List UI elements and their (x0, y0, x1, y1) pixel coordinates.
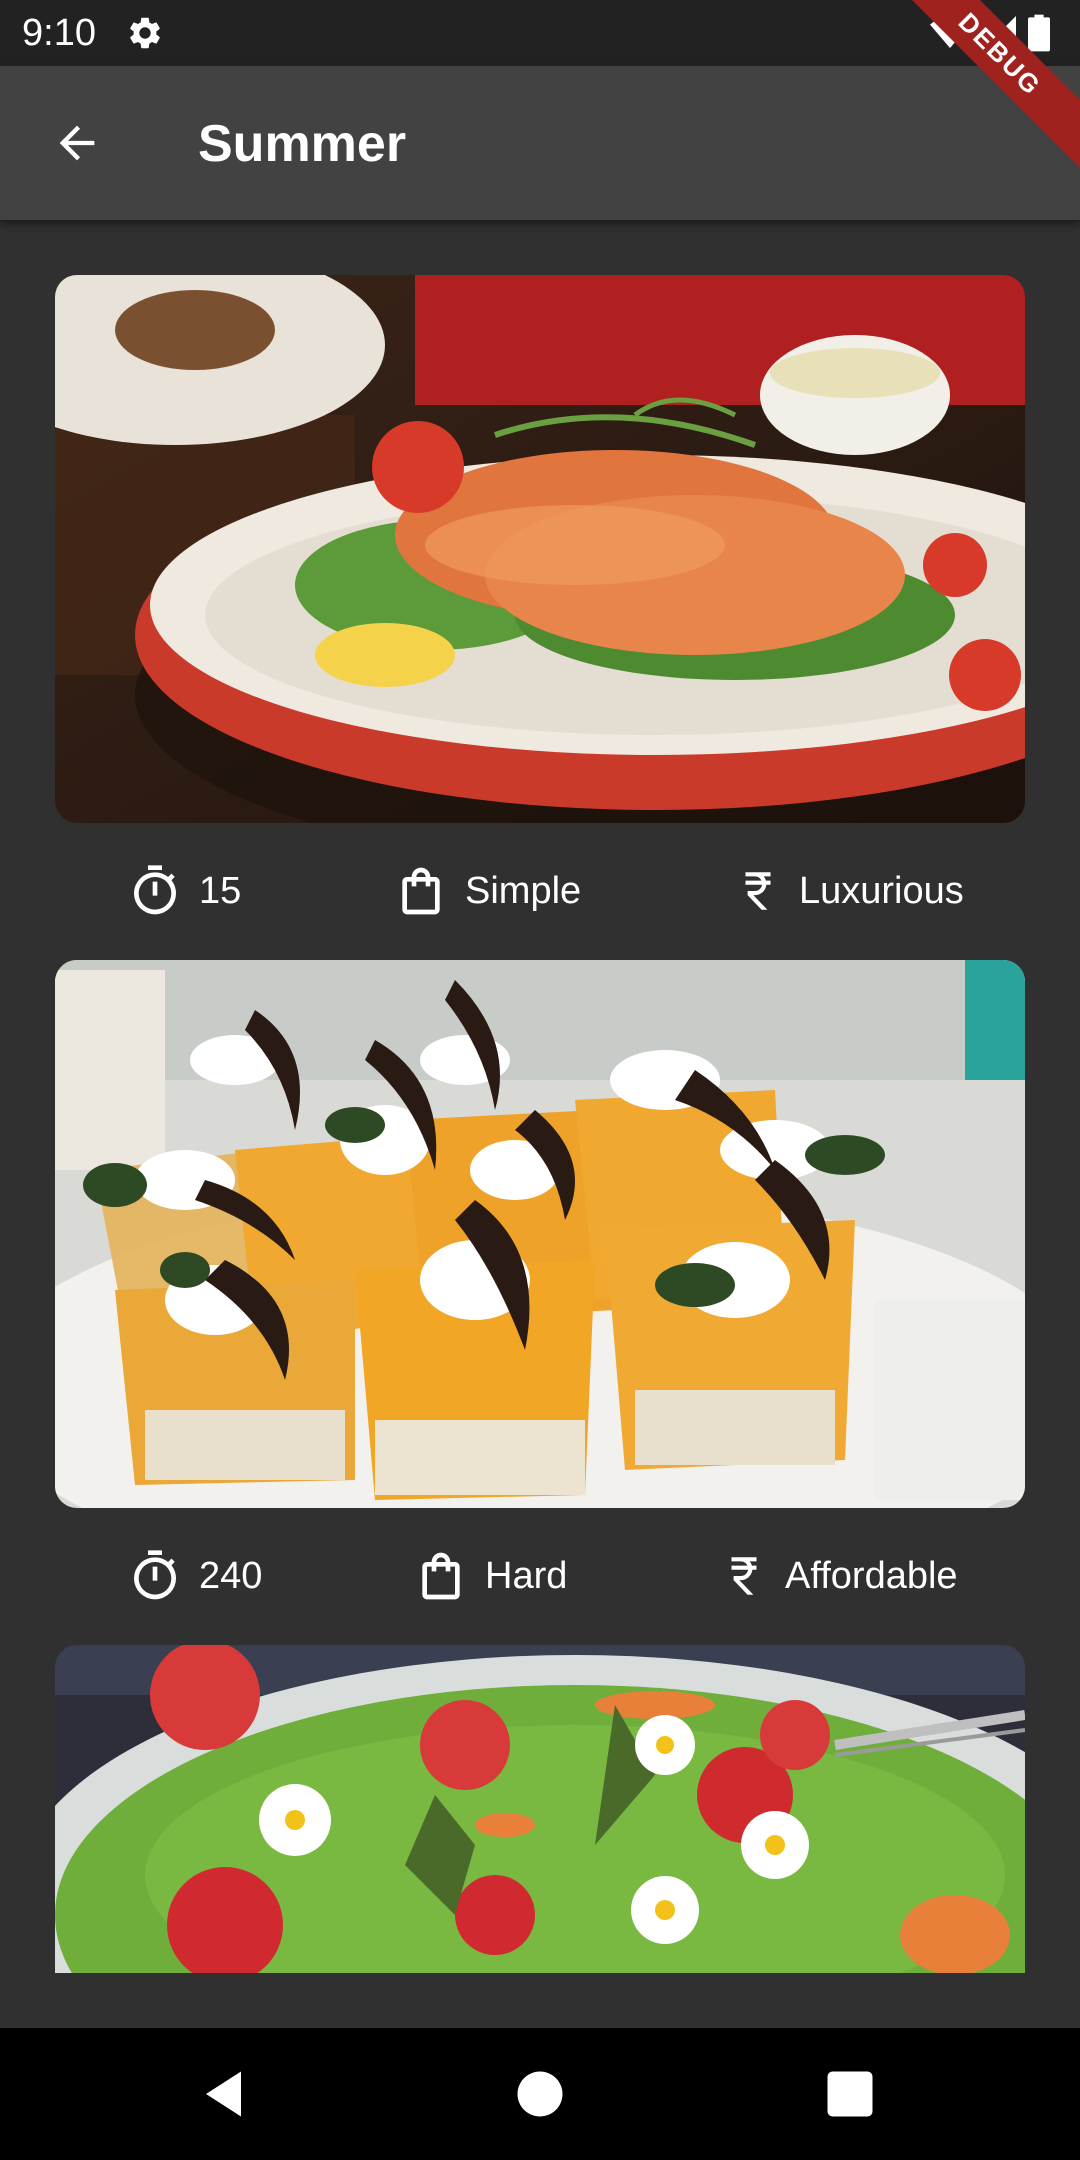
complexity-text: Hard (485, 1554, 568, 1597)
timer-icon (134, 1550, 176, 1600)
status-time: 9:10 (22, 12, 96, 54)
meal-card[interactable]: 15 Simple Luxurious (55, 275, 1025, 960)
rupee-icon (731, 1557, 757, 1595)
complexity-info: Hard (413, 1544, 567, 1608)
duration-text: 240 (199, 1554, 263, 1597)
meal-card[interactable]: 240 Hard Affordable (55, 960, 1025, 1645)
navigation-bar (0, 2028, 1080, 2160)
meal-meta: 240 Hard Affordable (55, 1508, 1025, 1645)
duration-info: 15 (127, 859, 241, 923)
complexity-text: Simple (465, 869, 582, 912)
arrow-back-icon (59, 125, 95, 161)
status-bar: 9:10 (0, 0, 1080, 66)
gear-icon (130, 17, 160, 49)
back-nav-icon[interactable] (196, 2064, 256, 2124)
home-nav-icon[interactable] (510, 2064, 570, 2124)
shopping-bag-icon (422, 1552, 460, 1600)
duration-text: 15 (199, 869, 242, 912)
dessert-cups-image (55, 960, 1025, 1508)
recents-nav-icon[interactable] (820, 2064, 880, 2124)
page-title: Summer (198, 115, 407, 173)
affordability-info: Luxurious (733, 859, 964, 923)
salmon-plate-image (55, 275, 1025, 823)
meal-list[interactable]: 15 Simple Luxurious 240 Hard Affordable (0, 220, 1080, 2028)
affordability-info: Affordable (719, 1544, 958, 1608)
salad-bowl-image (55, 1645, 1025, 1973)
app-bar: Summer (0, 66, 1080, 220)
shopping-bag-icon (402, 867, 440, 915)
affordability-text: Luxurious (799, 869, 964, 912)
meal-image[interactable] (55, 275, 1025, 823)
timer-icon (134, 865, 176, 915)
back-button[interactable] (36, 102, 118, 184)
battery-icon (1028, 14, 1050, 52)
rupee-icon (745, 872, 771, 910)
duration-info: 240 (127, 1544, 262, 1608)
meal-image[interactable] (55, 1645, 1025, 1973)
meal-meta: 15 Simple Luxurious (55, 823, 1025, 960)
affordability-text: Affordable (785, 1554, 958, 1597)
meal-image[interactable] (55, 960, 1025, 1508)
complexity-info: Simple (393, 859, 581, 923)
meal-card[interactable] (55, 1645, 1025, 1973)
